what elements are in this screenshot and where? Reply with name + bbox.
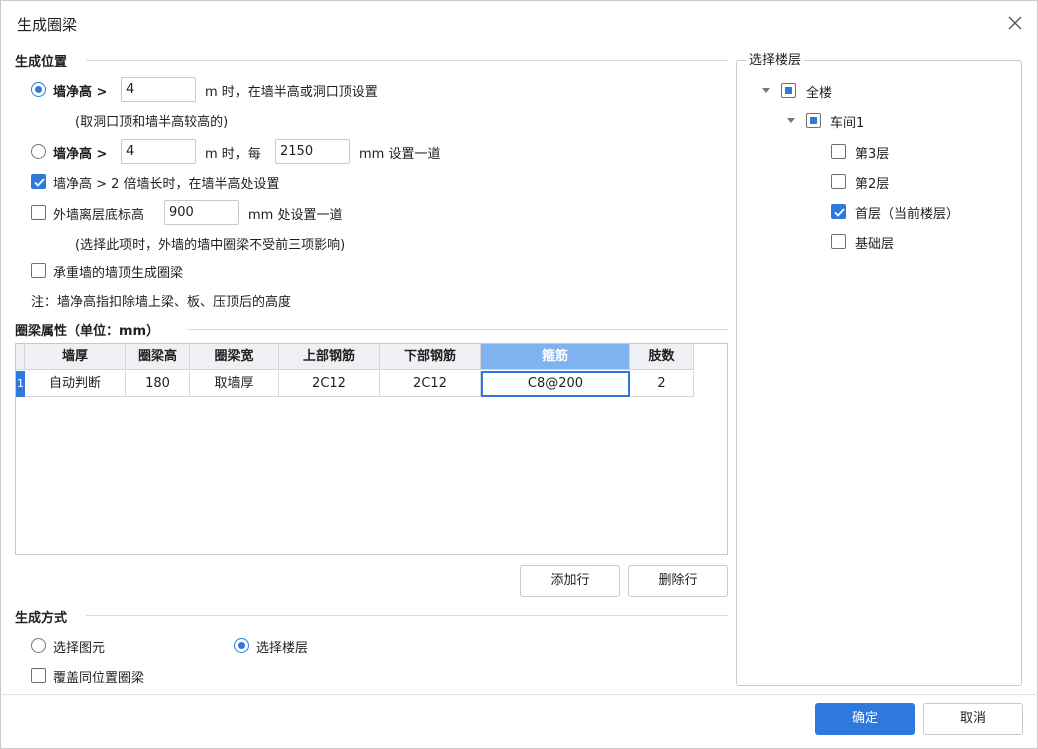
option2-spacing-input[interactable] xyxy=(275,139,350,164)
option1-suffix: m 时，在墙半高或洞口顶设置 xyxy=(205,85,378,100)
floor-checkbox-3[interactable] xyxy=(831,144,846,159)
footer-divider xyxy=(0,694,1038,695)
select-element-label: 选择图元 xyxy=(53,641,106,656)
close-icon xyxy=(1008,16,1022,30)
add-row-button[interactable]: 添加行 xyxy=(520,565,620,597)
option1-height-input[interactable] xyxy=(121,77,196,102)
option4-note: (选择此项时，外墙的墙中圈梁不受前三项影响) xyxy=(75,238,346,253)
beam-properties-table: 墙厚 圈梁高 圈梁宽 上部钢筋 下部钢筋 箍筋 肢数 1 自动判断 180 取墙… xyxy=(15,343,728,555)
option4-label: 外墙离层底标高 xyxy=(53,208,145,223)
ok-button[interactable]: 确定 xyxy=(815,703,915,735)
props-section-divider xyxy=(187,329,728,330)
column-header-beam-height[interactable]: 圈梁高 xyxy=(126,344,190,370)
floor-label-2: 第2层 xyxy=(855,177,890,192)
check-icon xyxy=(34,178,45,187)
table-cell-bottom-rebar[interactable]: 2C12 xyxy=(380,371,481,397)
footnote: 注：墙净高指扣除墙上梁、板、压顶后的高度 xyxy=(31,295,292,310)
column-header-stirrup[interactable]: 箍筋 xyxy=(481,344,630,370)
table-cell-top-rebar[interactable]: 2C12 xyxy=(279,371,380,397)
option3-label: 墙净高 > 2 倍墙长时，在墙半高处设置 xyxy=(53,177,280,192)
method-section-title: 生成方式 xyxy=(15,611,68,626)
method-section-divider xyxy=(86,615,728,616)
whole-building-checkbox[interactable] xyxy=(781,83,796,98)
floor-label-first: 首层（当前楼层） xyxy=(855,207,960,222)
workshop-checkbox[interactable] xyxy=(806,113,821,128)
select-element-radio[interactable] xyxy=(31,638,46,653)
floor-panel-title: 选择楼层 xyxy=(746,49,805,68)
option4-elevation-input[interactable] xyxy=(164,200,239,225)
floor-label-foundation: 基础层 xyxy=(855,237,895,252)
table-cell-legs[interactable]: 2 xyxy=(630,371,694,397)
table-corner xyxy=(16,344,25,370)
cancel-button[interactable]: 取消 xyxy=(923,703,1023,735)
select-floor-radio[interactable] xyxy=(234,638,249,653)
overwrite-checkbox[interactable] xyxy=(31,668,46,683)
double-length-checkbox[interactable] xyxy=(31,174,46,189)
column-header-bottom-rebar[interactable]: 下部钢筋 xyxy=(380,344,481,370)
check-icon xyxy=(834,208,845,217)
close-button[interactable] xyxy=(1000,8,1030,38)
column-header-beam-width[interactable]: 圈梁宽 xyxy=(190,344,279,370)
whole-building-label: 全楼 xyxy=(806,86,833,101)
expand-arrow-icon[interactable] xyxy=(762,88,770,93)
row-number[interactable]: 1 xyxy=(16,371,25,397)
workshop-label: 车间1 xyxy=(830,116,865,131)
option2-suffix: mm 设置一道 xyxy=(359,147,441,162)
position-section-title: 生成位置 xyxy=(15,55,68,70)
option2-height-input[interactable] xyxy=(121,139,196,164)
column-header-top-rebar[interactable]: 上部钢筋 xyxy=(279,344,380,370)
expand-arrow-icon[interactable] xyxy=(787,118,795,123)
option5-label: 承重墙的墙顶生成圈梁 xyxy=(53,266,184,281)
table-cell-beam-height[interactable]: 180 xyxy=(126,371,190,397)
delete-row-button[interactable]: 删除行 xyxy=(628,565,728,597)
exterior-wall-elevation-checkbox[interactable] xyxy=(31,205,46,220)
floor-checkbox-first[interactable] xyxy=(831,204,846,219)
position-section-divider xyxy=(86,60,728,61)
option2-middle: m 时，每 xyxy=(205,147,261,162)
floor-label-3: 第3层 xyxy=(855,147,890,162)
wall-height-interval-radio[interactable] xyxy=(31,144,46,159)
wall-height-halfway-radio[interactable] xyxy=(31,82,46,97)
floor-checkbox-2[interactable] xyxy=(831,174,846,189)
table-cell-beam-width[interactable]: 取墙厚 xyxy=(190,371,279,397)
overwrite-label: 覆盖同位置圈梁 xyxy=(53,671,145,686)
table-cell-stirrup[interactable]: C8@200 xyxy=(481,371,630,397)
props-section-title: 圈梁属性（单位：mm） xyxy=(15,324,160,339)
option1-label: 墙净高 > xyxy=(53,85,108,100)
dialog-title: 生成圈梁 xyxy=(17,16,78,34)
column-header-legs[interactable]: 肢数 xyxy=(630,344,694,370)
option4-suffix: mm 处设置一道 xyxy=(248,208,343,223)
column-header-wall-thickness[interactable]: 墙厚 xyxy=(25,344,126,370)
option2-label: 墙净高 > xyxy=(53,147,108,162)
select-floor-label: 选择楼层 xyxy=(256,641,309,656)
table-cell-wall-thickness[interactable]: 自动判断 xyxy=(25,371,126,397)
floor-checkbox-foundation[interactable] xyxy=(831,234,846,249)
bearing-wall-top-checkbox[interactable] xyxy=(31,263,46,278)
option1-note: (取洞口顶和墙半高较高的) xyxy=(75,115,229,130)
